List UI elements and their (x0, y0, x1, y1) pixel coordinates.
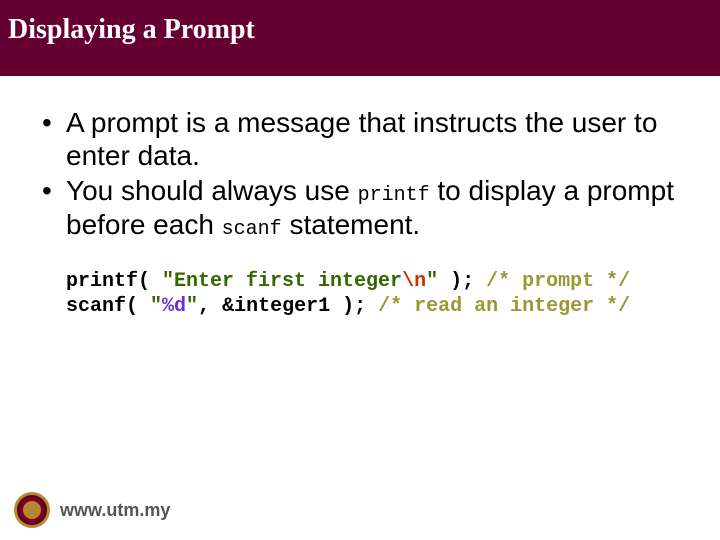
code-string: " (186, 295, 198, 318)
bullet-text: You should always use (66, 175, 358, 206)
bullet-text: statement. (282, 209, 421, 240)
inline-code: printf (358, 184, 430, 207)
code-token: , &integer1 ); (198, 295, 378, 318)
footer-url: www.utm.my (60, 500, 170, 521)
inline-code: scanf (222, 218, 282, 241)
slide-footer: www.utm.my (0, 480, 720, 540)
code-string: " (150, 295, 162, 318)
utm-logo-inner-icon (23, 501, 41, 519)
bullet-item: You should always use printf to display … (36, 174, 684, 241)
code-comment: /* read an integer */ (378, 295, 630, 318)
slide: Displaying a Prompt A prompt is a messag… (0, 0, 720, 540)
code-example: printf( "Enter first integer\n" ); /* pr… (36, 269, 684, 319)
code-string: " (426, 270, 438, 293)
code-format: %d (162, 295, 186, 318)
slide-title: Displaying a Prompt (0, 0, 720, 76)
code-string: "Enter first integer (162, 270, 402, 293)
code-token: ); (438, 270, 486, 293)
bullet-text: A prompt is a message that instructs the… (66, 107, 657, 171)
code-escape: \n (402, 270, 426, 293)
code-comment: /* prompt */ (486, 270, 630, 293)
utm-logo-icon (14, 492, 50, 528)
bullet-item: A prompt is a message that instructs the… (36, 106, 684, 172)
slide-body: A prompt is a message that instructs the… (0, 76, 720, 540)
code-token: scanf( (66, 295, 150, 318)
bullet-list: A prompt is a message that instructs the… (36, 106, 684, 241)
code-token: printf( (66, 270, 162, 293)
